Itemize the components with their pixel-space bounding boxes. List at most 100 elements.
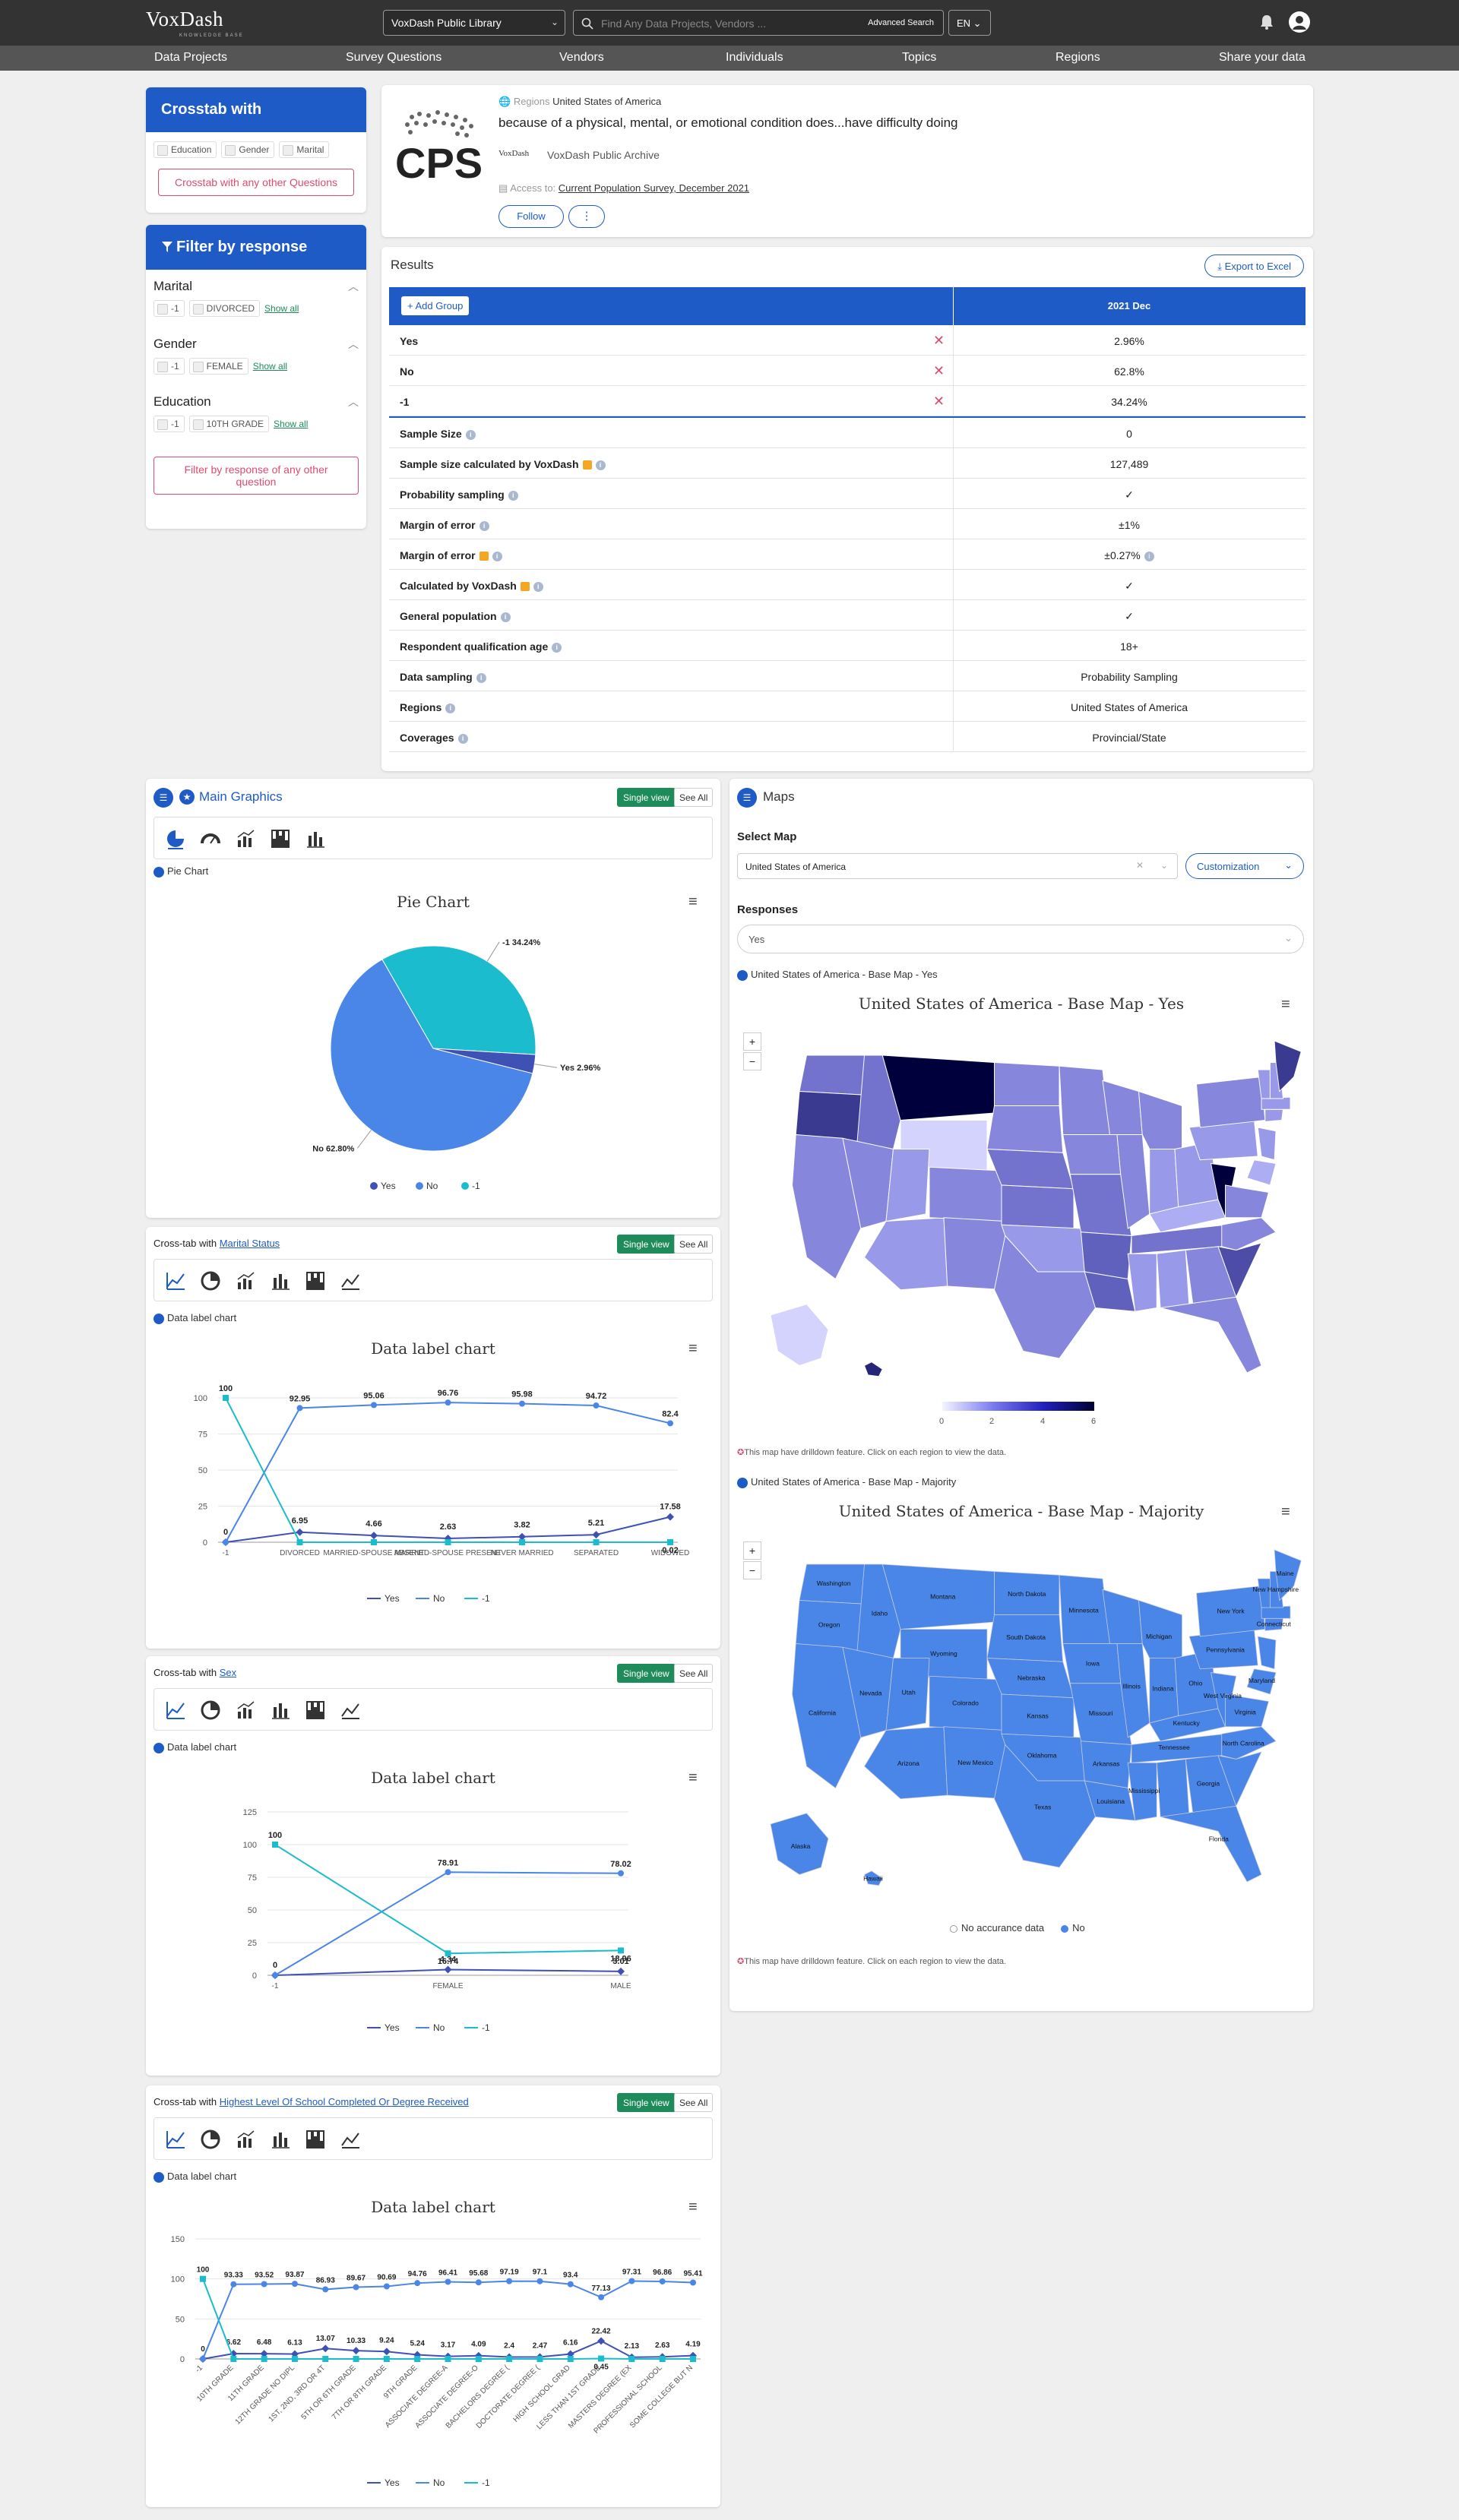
data-point[interactable] — [445, 1539, 451, 1545]
legend-no-data[interactable]: No accurance data — [961, 1922, 1044, 1933]
data-point[interactable] — [690, 2356, 696, 2362]
nav-vendors[interactable]: Vendors — [559, 51, 604, 65]
data-point[interactable] — [296, 1528, 304, 1536]
map1-state-iowa[interactable] — [1062, 1134, 1122, 1175]
data-point[interactable] — [592, 1531, 600, 1539]
stacked-bar-icon[interactable] — [305, 2129, 326, 2150]
info-icon[interactable]: i — [479, 520, 489, 531]
see-all-button[interactable]: See All — [674, 1235, 714, 1254]
filter-chip[interactable]: 10TH GRADE — [188, 416, 270, 432]
nav-topics[interactable]: Topics — [902, 51, 936, 65]
bell-icon[interactable] — [1260, 14, 1274, 30]
data-point[interactable] — [445, 1399, 451, 1406]
stacked-bar-icon[interactable] — [305, 1270, 326, 1292]
info-icon[interactable]: i — [492, 551, 502, 561]
line-chart-icon[interactable] — [165, 1270, 186, 1292]
chart-menu-icon[interactable]: ≡ — [1281, 996, 1290, 1013]
advanced-search-link[interactable]: Advanced Search — [868, 18, 934, 27]
legend-item[interactable]: No — [433, 1593, 445, 1604]
line-chart-icon[interactable] — [165, 2129, 186, 2150]
map1-state-washington[interactable] — [799, 1054, 865, 1096]
show-all-link[interactable]: Show all — [274, 419, 308, 429]
filter-chip[interactable]: -1 — [153, 300, 185, 317]
data-point[interactable] — [200, 2356, 206, 2362]
bar-line-chart-icon[interactable] — [235, 1699, 256, 1721]
legend-item[interactable]: No — [426, 1181, 438, 1191]
bar-line-chart-icon[interactable] — [235, 828, 256, 849]
remove-answer-icon[interactable]: ✕ — [933, 363, 945, 379]
map1-state-connecticut[interactable] — [1264, 1108, 1284, 1122]
legend-item[interactable]: -1 — [482, 2022, 490, 2033]
stacked-bar-icon[interactable] — [270, 828, 291, 849]
chart-menu-icon[interactable]: ≡ — [1281, 1503, 1290, 1521]
info-icon[interactable]: i — [552, 642, 562, 653]
map1-state-new-york[interactable] — [1195, 1076, 1266, 1128]
voxdash-logo[interactable]: VoxDash — [146, 8, 223, 31]
data-point[interactable] — [272, 1972, 278, 1978]
data-point[interactable] — [597, 2337, 606, 2345]
data-point[interactable] — [475, 2279, 482, 2286]
remove-answer-icon[interactable]: ✕ — [933, 394, 945, 409]
data-point[interactable] — [353, 2284, 359, 2291]
map1-state-maryland[interactable] — [1246, 1159, 1277, 1186]
map1-state-alaska[interactable] — [770, 1304, 829, 1367]
chip-education[interactable]: Education — [153, 141, 217, 158]
trend-line-icon[interactable] — [340, 1270, 361, 1292]
data-point[interactable] — [291, 2281, 298, 2288]
legend-item[interactable]: -1 — [472, 1181, 480, 1191]
crosstab-other-button[interactable]: Crosstab with any other Questions — [158, 169, 354, 196]
map1-state-arizona[interactable] — [863, 1217, 948, 1291]
info-icon[interactable]: i — [445, 703, 456, 713]
legend-item[interactable]: Yes — [385, 2022, 400, 2033]
data-point[interactable] — [536, 2278, 543, 2284]
data-point[interactable] — [445, 2278, 451, 2285]
data-point[interactable] — [593, 1539, 600, 1545]
map2-state-florida[interactable] — [1160, 1805, 1262, 1883]
map2-state-alabama[interactable] — [1156, 1759, 1190, 1817]
chart-menu-icon[interactable]: ≡ — [688, 1769, 698, 1787]
column-chart-icon[interactable] — [270, 1699, 291, 1721]
data-point[interactable] — [618, 1870, 624, 1877]
crosstab-link[interactable]: Sex — [220, 1667, 236, 1678]
data-point[interactable] — [352, 2347, 360, 2355]
map1-state-indiana[interactable] — [1149, 1149, 1179, 1215]
info-icon[interactable]: i — [1144, 551, 1154, 561]
trend-line-icon[interactable] — [340, 2129, 361, 2150]
info-icon[interactable]: i — [508, 490, 518, 501]
library-select[interactable]: VoxDash Public Library ⌄ — [383, 10, 565, 36]
follow-button[interactable]: Follow — [498, 205, 564, 228]
filter-chip[interactable]: -1 — [153, 358, 185, 375]
map1-state-michigan[interactable] — [1138, 1090, 1182, 1157]
map1-state-utah[interactable] — [885, 1149, 930, 1222]
data-point[interactable] — [567, 2281, 574, 2288]
data-point[interactable] — [230, 2356, 237, 2362]
stacked-bar-icon[interactable] — [305, 1699, 326, 1721]
info-icon[interactable]: i — [595, 460, 606, 470]
access-link[interactable]: Current Population Survey, December 2021 — [559, 182, 749, 194]
data-point[interactable] — [618, 1947, 624, 1954]
chip-gender[interactable]: Gender — [221, 141, 275, 158]
data-point[interactable] — [628, 2278, 635, 2284]
data-point[interactable] — [200, 2275, 206, 2282]
info-icon[interactable]: i — [533, 581, 543, 592]
single-view-button[interactable]: Single view — [617, 2093, 676, 2112]
data-point[interactable] — [414, 2280, 421, 2287]
chart-menu-icon[interactable]: ≡ — [688, 893, 698, 911]
pie-chart-icon[interactable] — [200, 2129, 221, 2150]
data-point[interactable] — [445, 1950, 451, 1957]
user-avatar-icon[interactable] — [1288, 11, 1311, 33]
crosstab-link[interactable]: Marital Status — [220, 1238, 280, 1249]
response-select[interactable]: Yes ⌄ — [737, 925, 1304, 953]
single-view-button[interactable]: Single view — [617, 1664, 676, 1683]
map1-state-arkansas[interactable] — [1080, 1232, 1132, 1280]
data-point[interactable] — [659, 2356, 666, 2362]
filter-chip[interactable]: DIVORCED — [188, 300, 261, 317]
chart-menu-icon[interactable]: ≡ — [688, 2199, 698, 2216]
data-point[interactable] — [370, 1532, 378, 1540]
legend-item[interactable]: Yes — [381, 1181, 396, 1191]
info-icon[interactable]: i — [465, 429, 476, 440]
customization-button[interactable]: Customization ⌄ — [1185, 853, 1304, 879]
data-point[interactable] — [628, 2356, 635, 2362]
column-chart-icon[interactable] — [270, 2129, 291, 2150]
filter-chip[interactable]: -1 — [153, 416, 185, 432]
